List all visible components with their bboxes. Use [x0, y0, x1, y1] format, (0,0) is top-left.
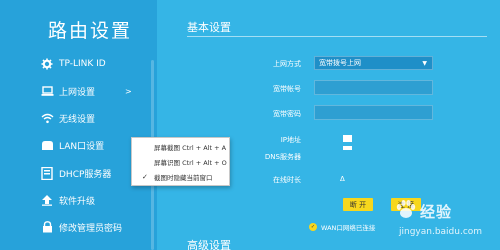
checkmark-icon: ✓ — [142, 173, 148, 181]
sidebar-item-dhcp[interactable]: DHCP服务器 — [0, 160, 145, 186]
sidebar-item-label: DHCP服务器 — [59, 169, 112, 180]
wifi-icon — [40, 111, 54, 125]
sidebar-item-label: TP-LINK ID — [59, 59, 106, 69]
ip-label: IP地址 — [280, 136, 301, 144]
chevron-down-icon: ▼ — [422, 59, 427, 67]
sidebar: 路由设置 TP-LINK ID 上网设置 > 无线设置 LAN口设置 DHCP服… — [0, 0, 157, 250]
watermark-url: jingyan.baidu.com — [399, 227, 483, 237]
gear-icon — [40, 57, 54, 71]
dhcp-icon — [40, 166, 54, 180]
menu-item-label: 截图时隐藏当前窗口 — [154, 174, 213, 182]
watermark-text: 经验 — [420, 203, 453, 221]
wan-status-label: WAN口网络已连接 — [321, 224, 376, 232]
connection-type-select[interactable]: 宽带拨号上网 ▼ — [314, 56, 433, 70]
lan-icon — [40, 138, 54, 152]
menu-item-hide-window[interactable]: ✓ 截图时隐藏当前窗口 — [132, 170, 231, 184]
menu-item-image-recognition[interactable]: 屏幕识图 Ctrl + Alt + O — [132, 155, 231, 169]
sidebar-item-tplink-id[interactable]: TP-LINK ID — [0, 51, 145, 77]
chevron-right-icon: > — [125, 86, 132, 96]
disconnect-button[interactable]: 断 开 — [343, 198, 373, 211]
advanced-section-title: 高级设置 — [187, 239, 231, 250]
watermark: 经验 jingyan.baidu.com — [395, 198, 500, 250]
menu-item-screenshot[interactable]: 屏幕截图 Ctrl + Alt + A — [132, 140, 231, 154]
wan-status: ✓ WAN口网络已连接 — [309, 222, 375, 232]
password-field[interactable] — [314, 105, 433, 120]
sidebar-item-label: 修改管理员密码 — [59, 223, 123, 234]
ip-value — [343, 135, 352, 142]
sidebar-item-label: LAN口设置 — [59, 141, 105, 152]
lock-icon — [40, 220, 54, 234]
upload-icon — [40, 193, 54, 207]
sidebar-item-upgrade[interactable]: 软件升级 — [0, 187, 145, 213]
account-label: 宽带帐号 — [273, 85, 301, 93]
laptop-icon — [40, 84, 54, 98]
menu-item-label: 屏幕识图 Ctrl + Alt + O — [154, 159, 227, 167]
connection-type-label: 上网方式 — [273, 60, 301, 68]
screenshot-context-menu: 屏幕截图 Ctrl + Alt + A 屏幕识图 Ctrl + Alt + O … — [131, 137, 230, 186]
sidebar-item-label: 上网设置 — [59, 87, 96, 98]
dns-value — [343, 146, 352, 150]
sidebar-item-label: 无线设置 — [59, 114, 96, 125]
menu-item-label: 屏幕截图 Ctrl + Alt + A — [154, 144, 227, 152]
check-icon: ✓ — [309, 223, 317, 231]
connection-type-value: 宽带拨号上网 — [319, 59, 361, 67]
sidebar-item-label: 软件升级 — [59, 196, 96, 207]
password-label: 宽带密码 — [273, 110, 301, 118]
sidebar-item-lan[interactable]: LAN口设置 — [0, 132, 145, 158]
online-time-label: 在线时长 — [273, 176, 301, 184]
sidebar-item-wireless[interactable]: 无线设置 — [0, 105, 145, 131]
section-title: 基本设置 — [187, 21, 231, 34]
online-time-icon: ᐃ — [340, 175, 345, 183]
sidebar-item-internet[interactable]: 上网设置 > — [0, 78, 145, 104]
paw-logo-icon — [396, 200, 416, 218]
sidebar-title: 路由设置 — [48, 20, 133, 42]
section-divider — [187, 36, 487, 37]
account-field[interactable] — [314, 80, 433, 95]
sidebar-item-password[interactable]: 修改管理员密码 — [0, 214, 145, 240]
dns-label: DNS服务器 — [264, 153, 301, 161]
